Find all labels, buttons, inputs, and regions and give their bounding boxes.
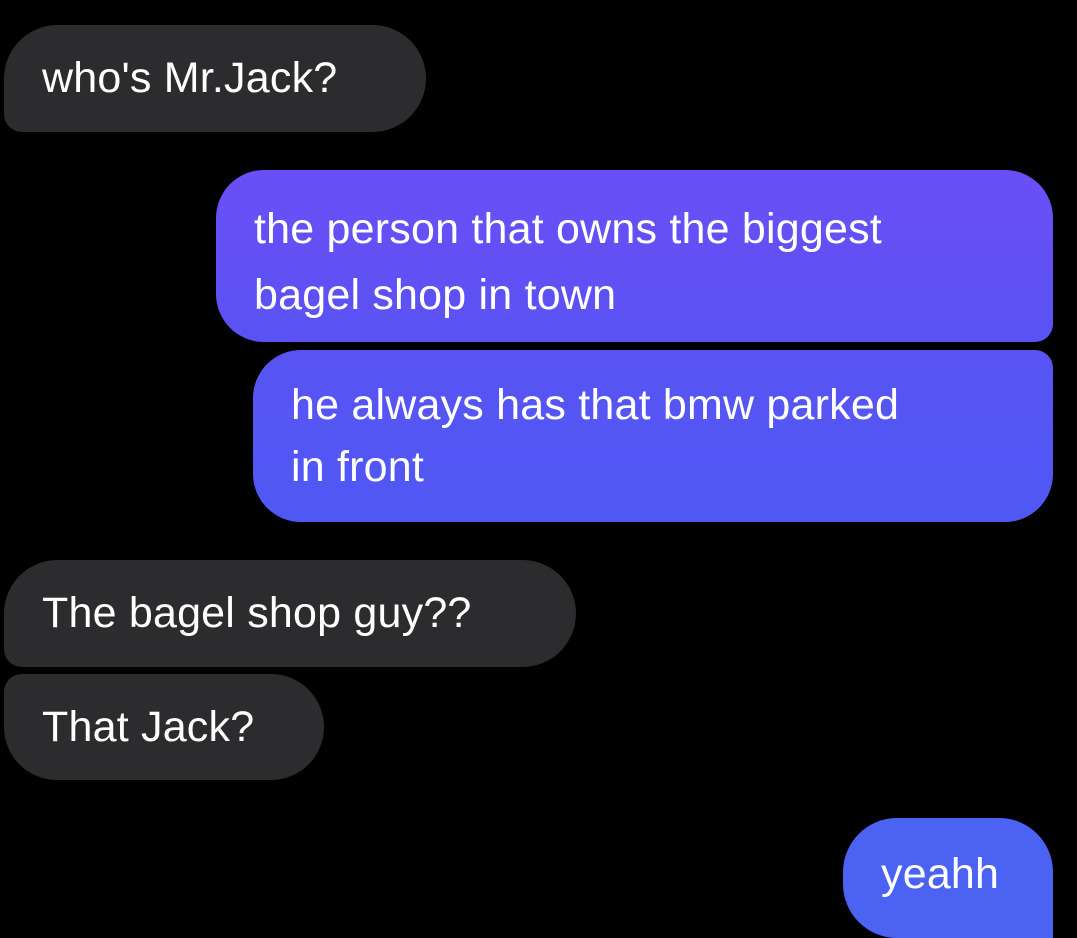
outgoing-message-bubble[interactable]: he always has that bmw parked in front <box>253 350 1053 522</box>
incoming-message-bubble[interactable]: That Jack? <box>4 674 324 780</box>
message-thread: who's Mr.Jack? the person that owns the … <box>0 0 1077 938</box>
message-text-line: in front <box>291 443 425 491</box>
message-text-line: the person that owns the biggest <box>254 205 882 253</box>
incoming-message-bubble[interactable]: who's Mr.Jack? <box>4 25 426 132</box>
outgoing-message-bubble[interactable]: the person that owns the biggest bagel s… <box>216 170 1053 342</box>
incoming-message-bubble[interactable]: The bagel shop guy?? <box>4 560 576 667</box>
outgoing-message-bubble[interactable]: yeahh <box>843 818 1053 938</box>
message-text-line: he always has that bmw parked <box>291 381 900 429</box>
message-text-line: who's Mr.Jack? <box>42 54 338 102</box>
message-text-line: That Jack? <box>42 703 255 751</box>
message-text-line: The bagel shop guy?? <box>42 589 472 637</box>
message-text-line: bagel shop in town <box>254 271 617 319</box>
message-text-line: yeahh <box>881 850 1000 898</box>
